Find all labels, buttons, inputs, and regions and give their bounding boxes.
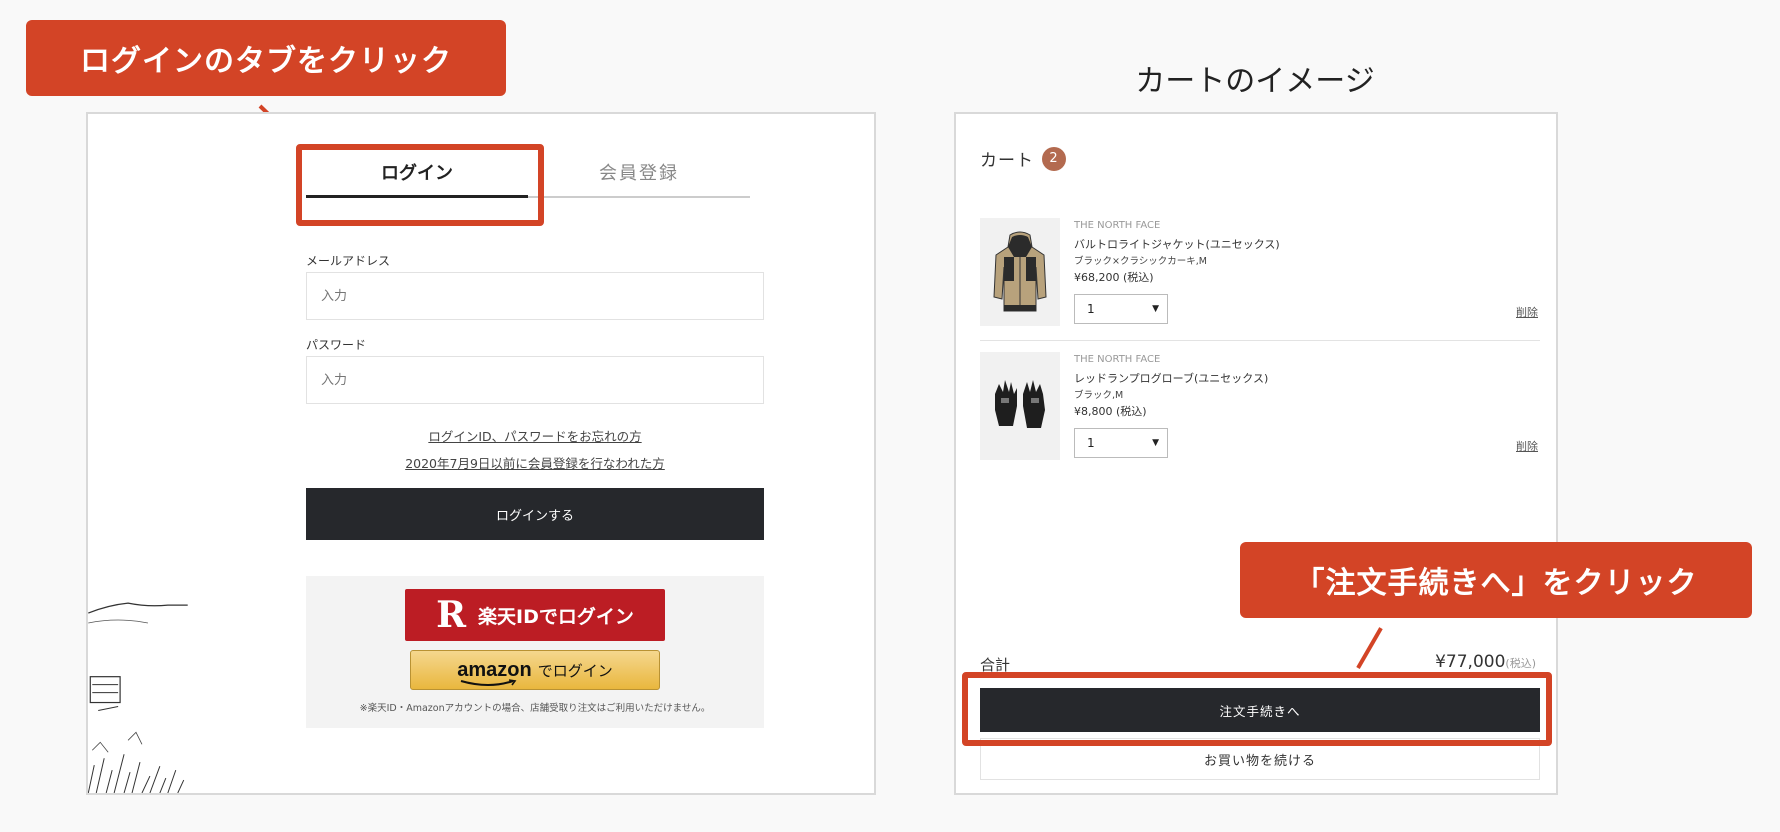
quantity-select[interactable]: 1 ▼ bbox=[1074, 294, 1168, 324]
item-variant: ブラック,M bbox=[1074, 390, 1124, 401]
tab-register-label: 会員登録 bbox=[599, 163, 679, 184]
login-tab-highlight bbox=[296, 144, 544, 226]
item-brand: THE NORTH FACE bbox=[1074, 354, 1161, 365]
amazon-smile-icon bbox=[460, 678, 517, 686]
email-field[interactable] bbox=[306, 272, 764, 320]
checkout-callout-text: 「注文手続きへ」をクリック bbox=[1294, 566, 1698, 601]
social-login-box: R 楽天IDでログイン amazon でログイン ※楽天ID・Amazonアカウ… bbox=[306, 576, 764, 728]
amazon-login-button[interactable]: amazon でログイン bbox=[410, 650, 660, 690]
social-login-note: ※楽天ID・Amazonアカウントの場合、店舗受取り注文はご利用いただけません。 bbox=[359, 703, 711, 714]
dropdown-arrow-icon: ▼ bbox=[1152, 438, 1159, 448]
item-price: ¥8,800 (税込) bbox=[1074, 405, 1147, 418]
password-label: パスワード bbox=[306, 338, 367, 352]
item-image-jacket[interactable] bbox=[980, 218, 1060, 326]
landscape-illustration bbox=[88, 602, 188, 793]
total-price: ¥77,000(税込) bbox=[1435, 652, 1536, 672]
password-field[interactable] bbox=[306, 356, 764, 404]
item-divider bbox=[980, 340, 1540, 341]
cart-image-heading: カートのイメージ bbox=[1135, 64, 1375, 99]
quantity-value: 1 bbox=[1087, 302, 1095, 316]
rakuten-login-label: 楽天IDでログイン bbox=[478, 605, 634, 628]
dropdown-arrow-icon: ▼ bbox=[1152, 304, 1159, 314]
quantity-select[interactable]: 1 ▼ bbox=[1074, 428, 1168, 458]
login-submit-label: ログインする bbox=[495, 508, 574, 524]
login-tab-callout: ログインのタブをクリック bbox=[26, 20, 506, 96]
jacket-icon bbox=[993, 231, 1047, 312]
delete-item-button[interactable]: 削除 bbox=[1516, 438, 1538, 454]
total-tax-note: (税込) bbox=[1505, 657, 1536, 670]
email-label: メールアドレス bbox=[306, 254, 391, 268]
quantity-value: 1 bbox=[1087, 436, 1095, 450]
forgot-password-link[interactable]: ログインID、パスワードをお忘れの方 bbox=[306, 426, 764, 445]
item-name[interactable]: レッドランプログローブ(ユニセックス) bbox=[1074, 370, 1268, 386]
item-image-gloves[interactable] bbox=[980, 352, 1060, 460]
amazon-logo: amazon bbox=[457, 658, 532, 686]
login-submit-button[interactable]: ログインする bbox=[306, 488, 764, 540]
legacy-member-link[interactable]: 2020年7月9日以前に会員登録を行なわれた方 bbox=[306, 453, 764, 472]
delete-item-button[interactable]: 削除 bbox=[1516, 304, 1538, 320]
item-variant: ブラック×クラシックカーキ,M bbox=[1074, 256, 1207, 267]
item-price: ¥68,200 (税込) bbox=[1074, 271, 1154, 284]
item-name[interactable]: バルトロライトジャケット(ユニセックス) bbox=[1074, 236, 1280, 252]
gloves-icon bbox=[995, 380, 1045, 428]
amazon-login-label: でログイン bbox=[537, 661, 613, 680]
amazon-logo-text: amazon bbox=[457, 658, 532, 681]
total-amount: ¥77,000 bbox=[1435, 652, 1506, 672]
checkout-callout: 「注文手続きへ」をクリック bbox=[1240, 542, 1752, 618]
rakuten-logo-icon: R bbox=[436, 594, 467, 636]
tab-register[interactable]: 会員登録 bbox=[528, 148, 750, 198]
rakuten-login-button[interactable]: R 楽天IDでログイン bbox=[405, 589, 665, 641]
item-brand: THE NORTH FACE bbox=[1074, 220, 1161, 231]
login-tab-callout-text: ログインのタブをクリック bbox=[80, 44, 452, 79]
checkout-highlight bbox=[962, 672, 1552, 746]
cart-title-label: カート bbox=[980, 151, 1034, 171]
cart-count-badge: 2 bbox=[1042, 146, 1066, 171]
continue-shopping-label: お買い物を続ける bbox=[1203, 753, 1316, 769]
cart-title: カート 2 bbox=[980, 146, 1066, 171]
